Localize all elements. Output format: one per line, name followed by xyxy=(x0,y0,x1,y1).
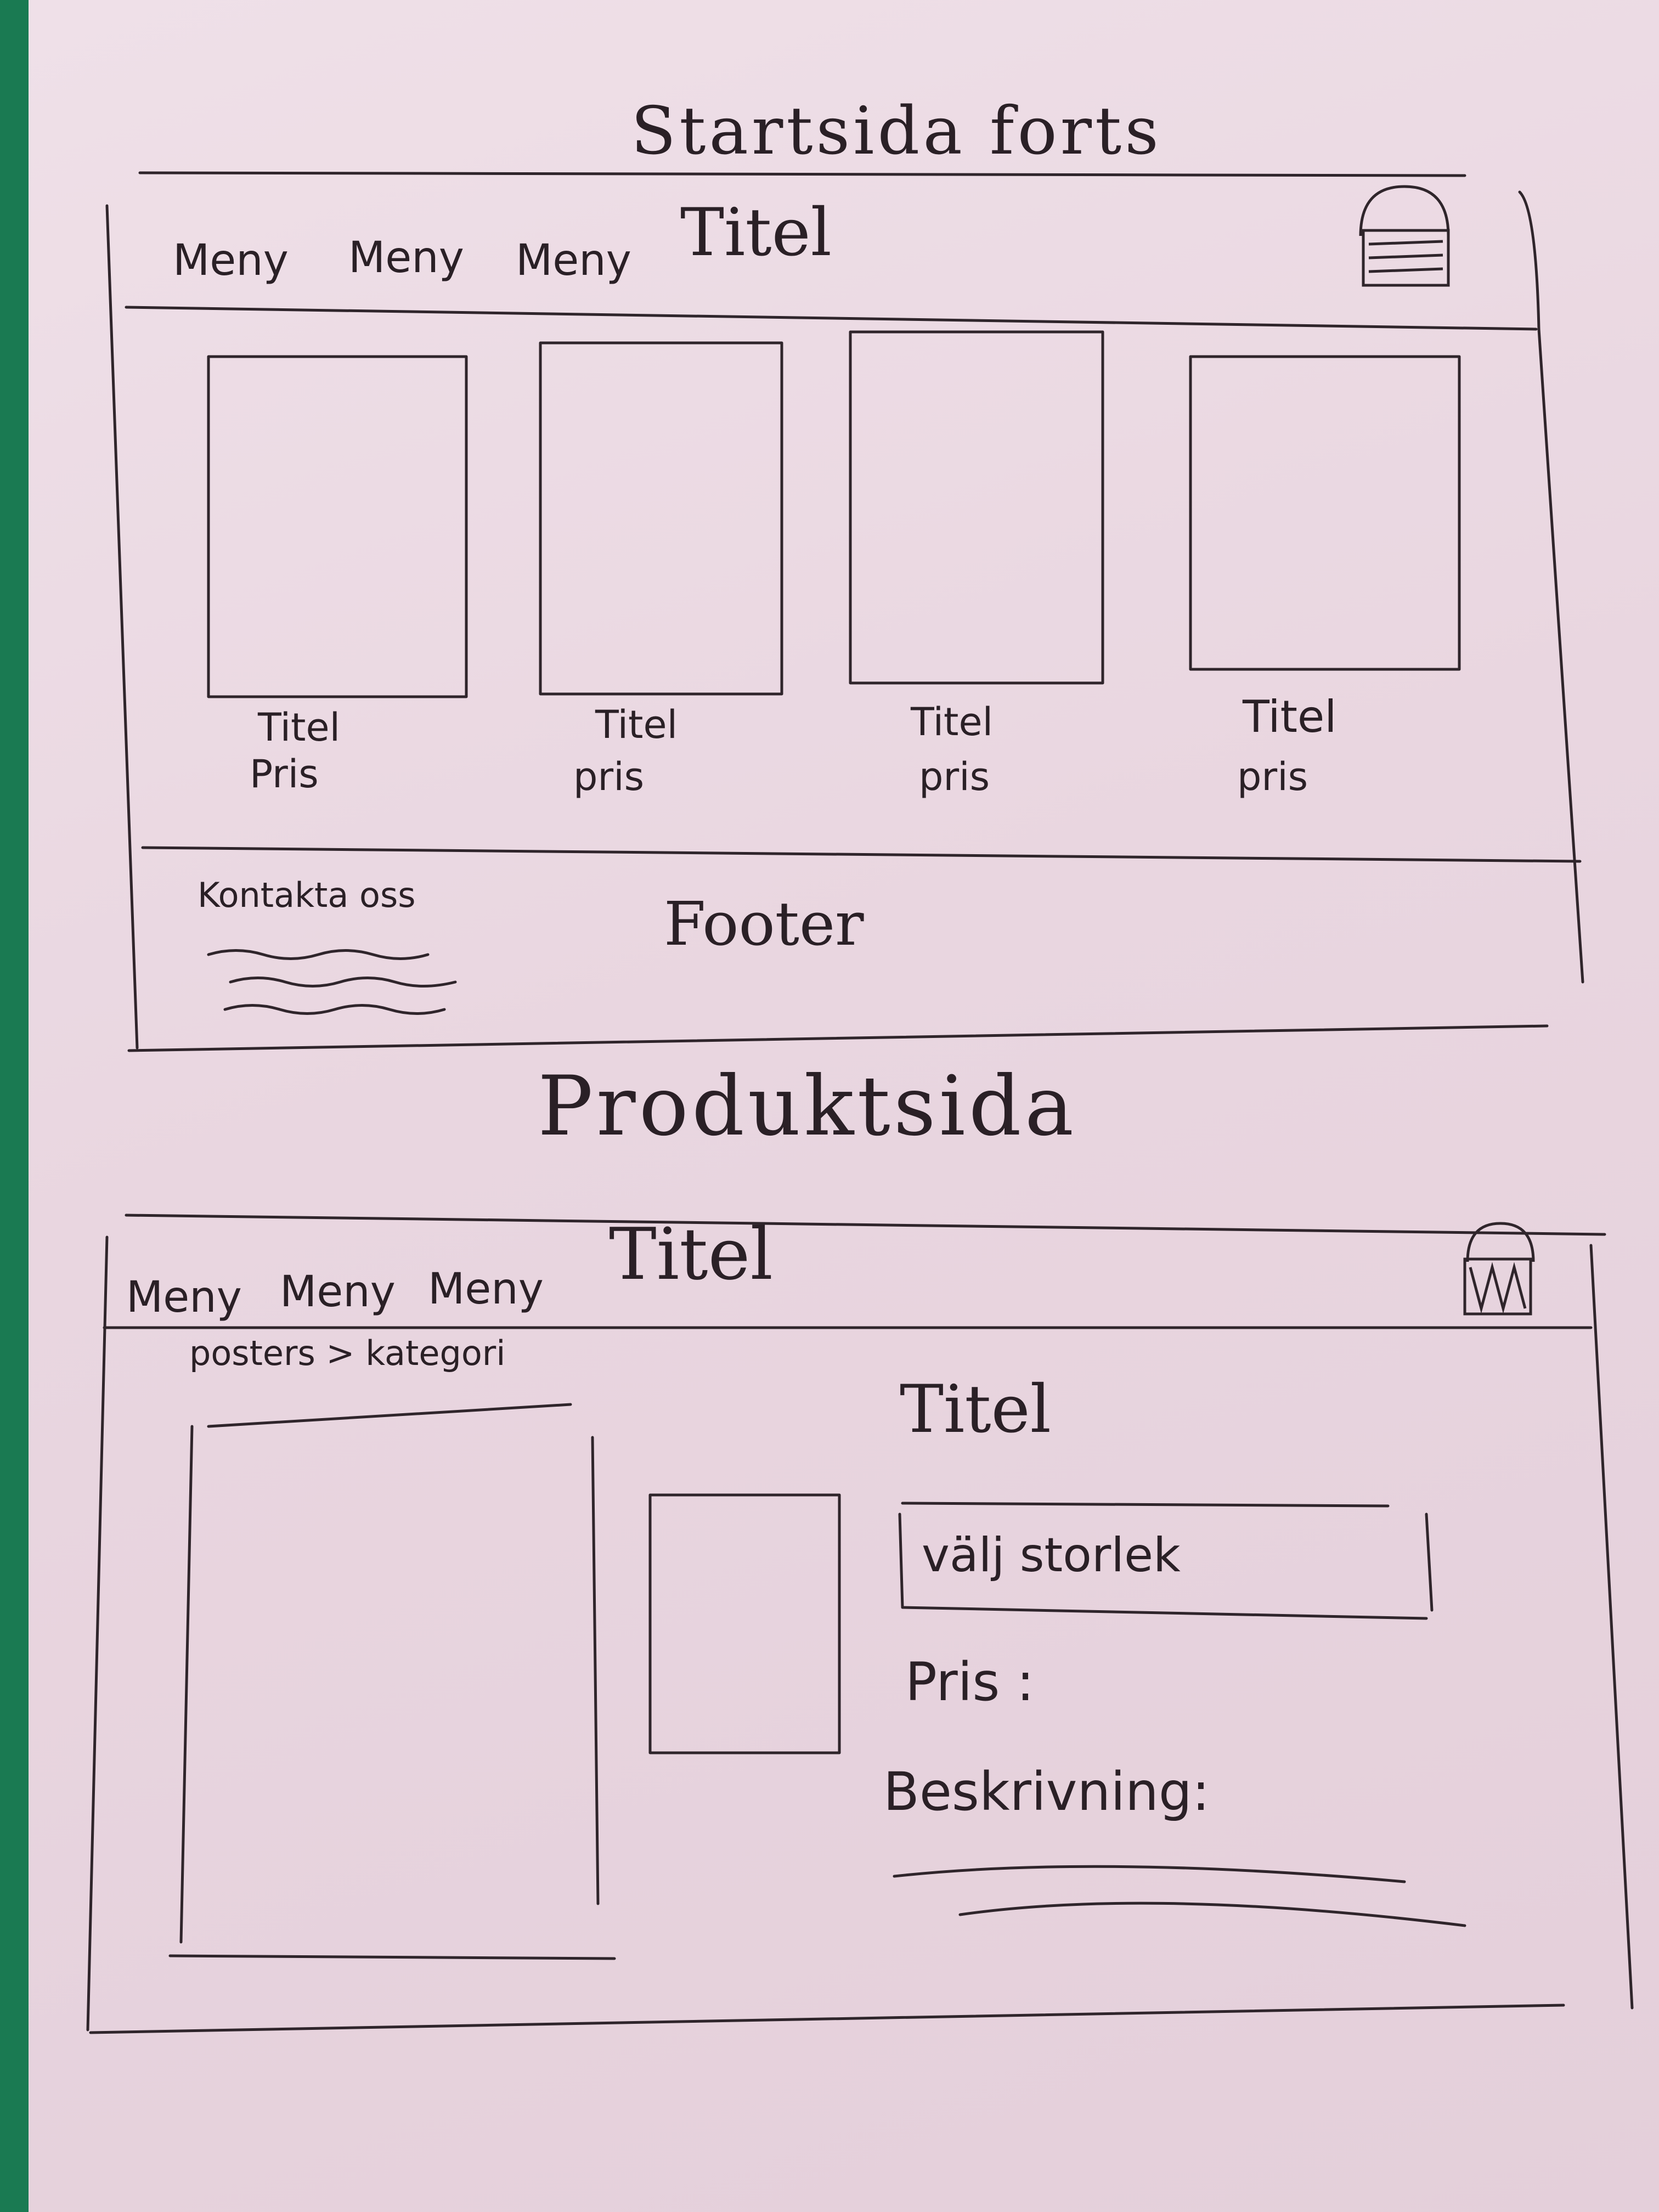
sketch2-site-title: Titel xyxy=(609,1212,774,1296)
price-label: Pris : xyxy=(905,1651,1035,1713)
sketch1-product-title-3[interactable]: Titel xyxy=(911,699,993,744)
description-label: Beskrivning: xyxy=(883,1761,1210,1822)
sketch2-description-squiggle-1 xyxy=(893,1865,1406,1883)
sketch1-footer-label: Footer xyxy=(664,889,864,959)
sketch1-menu-item-3[interactable]: Meny xyxy=(516,236,631,285)
sketch1-site-title: Titel xyxy=(680,195,832,271)
sketch2-frame-bottom xyxy=(89,2004,1565,2034)
size-select[interactable]: välj storlek xyxy=(922,1528,1181,1583)
sketch2-thumbnail xyxy=(648,1493,841,1754)
sketch1-menu-item-1[interactable]: Meny xyxy=(173,236,289,285)
sketch1-frame-right xyxy=(1518,190,1584,984)
sketch1-frame-bottom xyxy=(127,1024,1549,1052)
sketch1-product-price-1: Pris xyxy=(250,752,319,797)
sketch1-product-image-3 xyxy=(849,330,1104,685)
sketch2-frame-top xyxy=(125,1214,1606,1236)
breadcrumb[interactable]: posters > kategori xyxy=(189,1333,505,1373)
sketch2-menu-item-3[interactable]: Meny xyxy=(428,1265,544,1314)
sketch1-product-title-1[interactable]: Titel xyxy=(258,705,340,750)
sketch1-product-title-2[interactable]: Titel xyxy=(595,702,678,747)
basket-icon[interactable] xyxy=(1359,185,1450,287)
sketch2-description-squiggle-2 xyxy=(958,1901,1466,1927)
sketch1-product-title-4[interactable]: Titel xyxy=(1243,691,1336,742)
sketch2-menu-item-2[interactable]: Meny xyxy=(280,1267,396,1317)
sketch1-contact-link[interactable]: Kontakta oss xyxy=(198,875,416,915)
sketch1-product-price-2: pris xyxy=(573,754,645,799)
sketch1-product-image-2 xyxy=(539,341,783,696)
sketch1-footer-top xyxy=(141,846,1582,863)
sketch2-frame-left xyxy=(86,1235,109,2032)
sketch2-menu-item-1[interactable]: Meny xyxy=(126,1273,242,1322)
sketch1-contact-squiggle-2 xyxy=(229,977,457,988)
product-title: Titel xyxy=(900,1372,1052,1448)
basket-icon[interactable] xyxy=(1463,1222,1535,1316)
sketch1-header-line xyxy=(125,306,1538,331)
sketch1-heading: Startsida forts xyxy=(631,93,1162,170)
sketch1-frame-top xyxy=(138,171,1466,177)
sketch2-heading: Produktsida xyxy=(538,1059,1077,1154)
sketch1-product-price-4: pris xyxy=(1237,754,1308,799)
sketch1-product-price-3: pris xyxy=(919,754,990,799)
sketch1-contact-squiggle-3 xyxy=(223,1004,446,1015)
sketch1-frame-left xyxy=(105,204,139,1049)
sketch1-product-image-4 xyxy=(1189,355,1461,671)
sketch2-main-image xyxy=(168,1403,616,1960)
sketch1-product-image-1 xyxy=(207,355,468,698)
sketch1-menu-item-2[interactable]: Meny xyxy=(348,233,464,283)
sketch2-frame-right xyxy=(1589,1244,1634,2010)
sketch1-contact-squiggle-1 xyxy=(207,949,430,960)
